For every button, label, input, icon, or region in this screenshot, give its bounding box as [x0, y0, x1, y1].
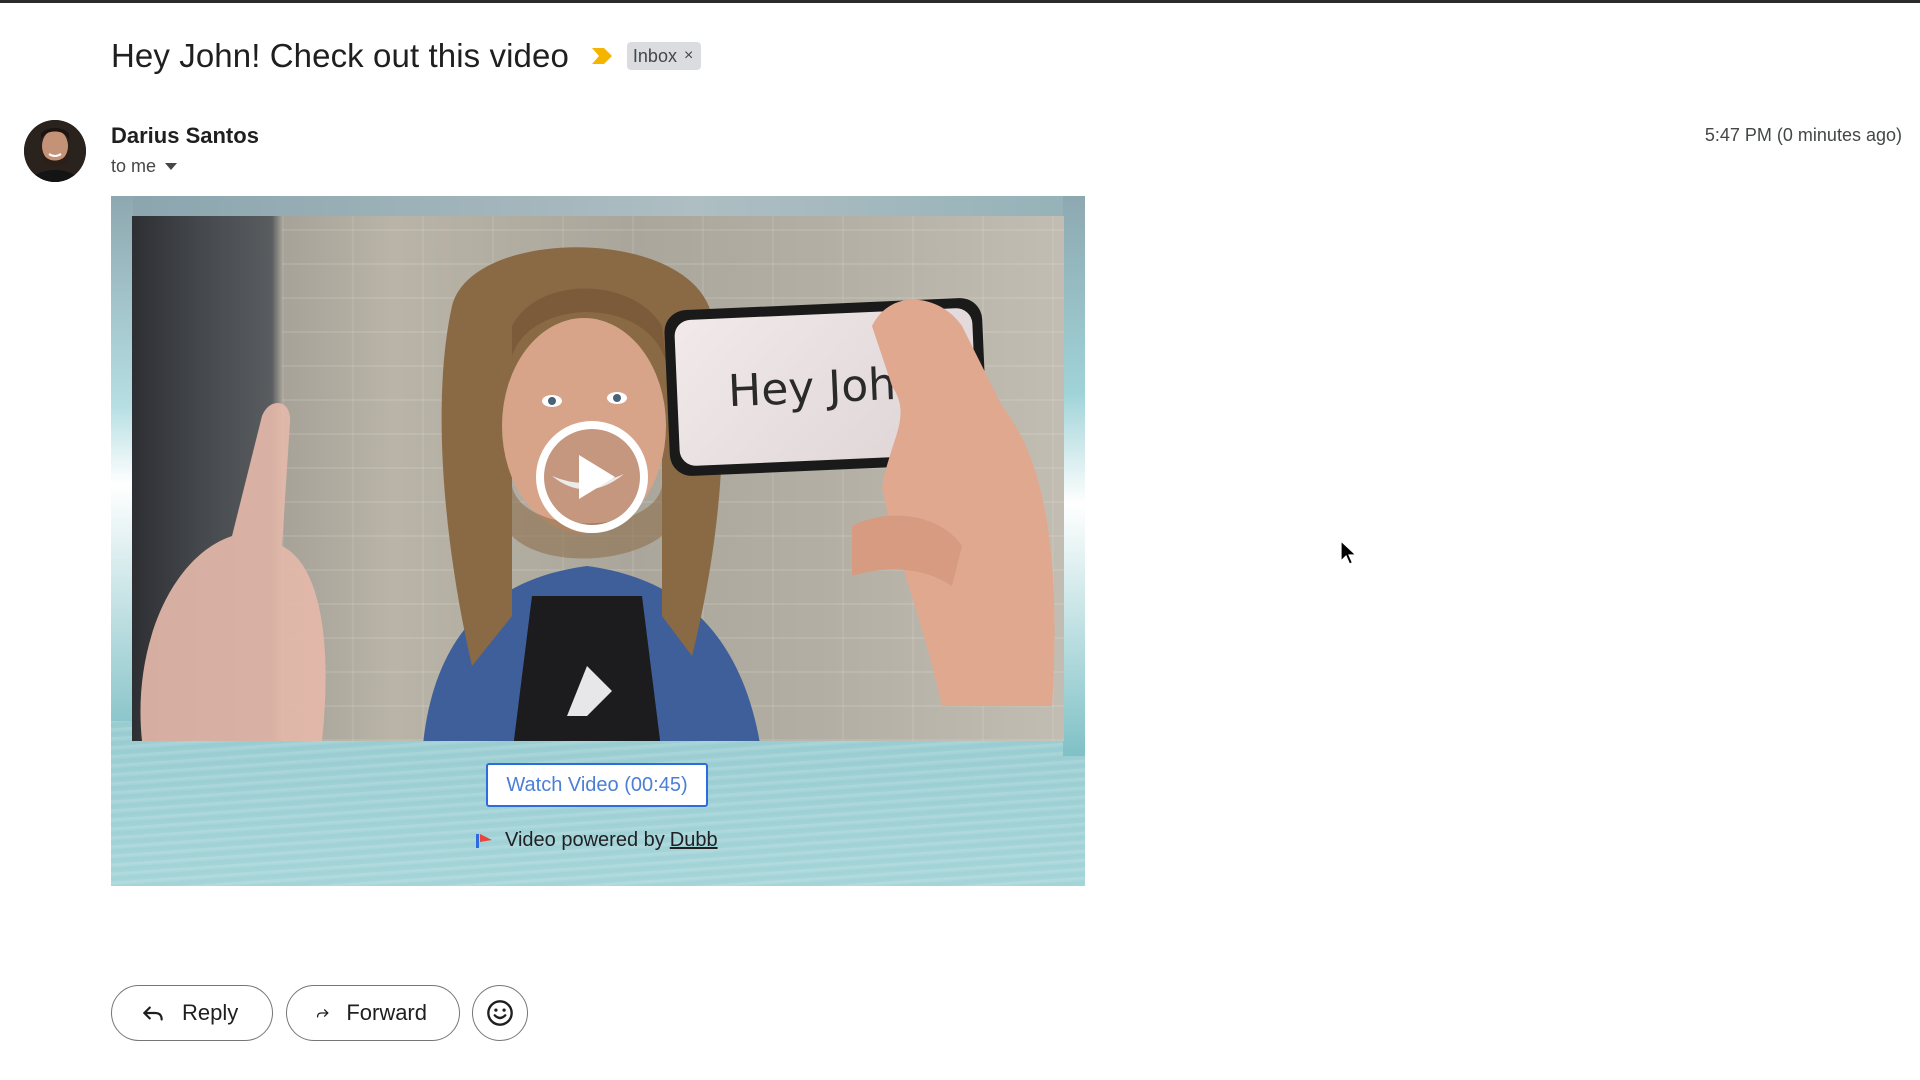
remove-label-button[interactable]: ×	[684, 48, 693, 64]
watch-video-button[interactable]: Watch Video (00:45)	[486, 763, 708, 807]
forward-arrow-icon	[316, 1009, 329, 1018]
forward-button[interactable]: Forward	[286, 985, 460, 1041]
card-top-band	[111, 196, 1085, 216]
mouse-cursor-icon	[1340, 540, 1358, 565]
chevron-down-icon	[165, 163, 178, 170]
play-button[interactable]	[536, 421, 648, 533]
dubb-logo-icon	[476, 833, 492, 848]
top-border	[0, 0, 1920, 3]
powered-by-line: Video powered by Dubb	[475, 829, 718, 852]
subject-row: Hey John! Check out this video Inbox ×	[111, 34, 702, 78]
dubb-link[interactable]: Dubb	[670, 829, 718, 852]
card-left-band	[111, 196, 133, 721]
video-card: Hey John Watch Video (00:45) Video power…	[111, 196, 1085, 886]
reply-label: Reply	[182, 1000, 239, 1025]
reply-button[interactable]: Reply	[111, 985, 273, 1041]
inbox-label-chip: Inbox ×	[626, 42, 702, 70]
reply-arrow-icon	[143, 1006, 163, 1021]
card-right-band	[1063, 196, 1085, 756]
importance-marker-icon[interactable]	[591, 47, 613, 65]
avatar-portrait	[24, 120, 86, 182]
powered-by-text: Video powered by	[505, 829, 665, 851]
video-thumbnail[interactable]: Hey John	[132, 216, 1064, 741]
play-icon	[579, 455, 615, 499]
email-timestamp: 5:47 PM (0 minutes ago)	[1704, 125, 1902, 145]
label-chip-text: Inbox	[632, 45, 677, 66]
emoji-reaction-button[interactable]	[472, 985, 528, 1041]
sender-avatar[interactable]	[24, 120, 86, 182]
sender-name[interactable]: Darius Santos	[111, 123, 259, 149]
emoji-smile-icon	[487, 1000, 513, 1026]
forward-label: Forward	[346, 1000, 427, 1025]
recipient-text: to me	[111, 156, 157, 176]
recipient-details-toggle[interactable]: to me	[111, 156, 178, 177]
holding-hand	[852, 299, 1055, 706]
pointing-hand	[140, 403, 326, 741]
email-subject: Hey John! Check out this video	[111, 37, 569, 74]
